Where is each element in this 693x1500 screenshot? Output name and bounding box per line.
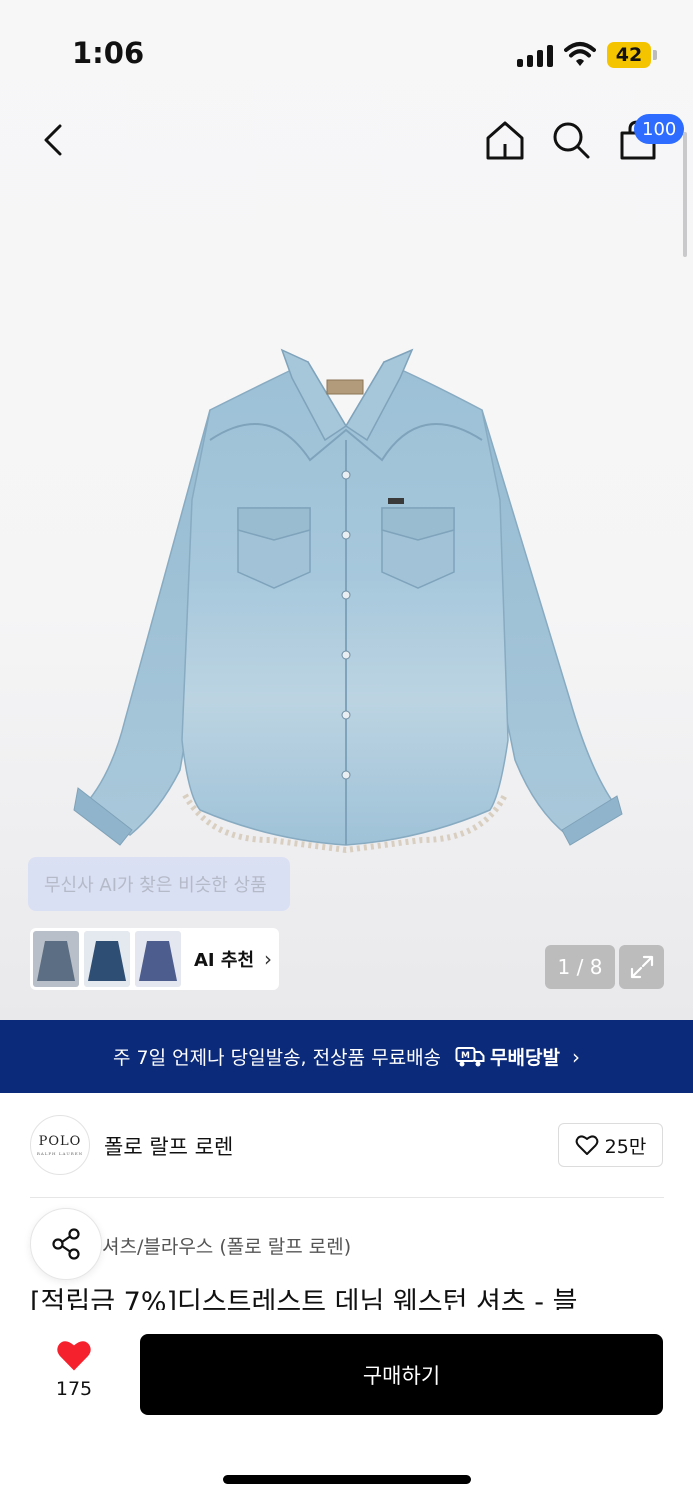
home-indicator: [223, 1475, 471, 1484]
share-icon: [52, 1228, 80, 1260]
delivery-banner-text: 주 7일 언제나 당일발송, 전상품 무료배송: [113, 1047, 442, 1069]
cellular-signal-icon: [517, 45, 553, 67]
delivery-service-name: 무배당발: [490, 1047, 560, 1069]
brand-name[interactable]: 폴로 랄프 로렌: [104, 1131, 233, 1161]
product-category[interactable]: 셔츠/블라우스 (폴로 랄프 로렌): [102, 1232, 351, 1259]
home-icon[interactable]: [484, 118, 526, 162]
free-delivery-logo: M 무배당발: [455, 1043, 560, 1070]
brand-row: POLO RALPH LAUREN 폴로 랄프 로렌 25만: [30, 1115, 664, 1175]
recommend-thumbnail[interactable]: [135, 931, 181, 987]
heart-filled-icon: [57, 1341, 91, 1371]
status-bar: 1:06 42: [0, 0, 693, 100]
expand-icon: [630, 955, 653, 979]
recommend-thumbnail[interactable]: [33, 931, 79, 987]
cart-count-badge: 100: [634, 114, 685, 144]
divider: [30, 1197, 664, 1198]
brand-like-button[interactable]: 25만: [558, 1123, 663, 1167]
product-like-button[interactable]: 175: [52, 1338, 96, 1418]
brand-logo-text: POLO: [38, 1134, 82, 1149]
bottom-action-bar: 175 구매하기: [0, 1310, 693, 1500]
brand-logo[interactable]: POLO RALPH LAUREN: [30, 1115, 90, 1175]
image-page-indicator: 1 / 8: [545, 945, 615, 989]
chevron-right-icon: ›: [264, 947, 273, 971]
brand-like-count: 25만: [604, 1135, 647, 1158]
expand-button[interactable]: [619, 945, 664, 989]
search-icon[interactable]: [550, 118, 592, 162]
wifi-icon: [564, 42, 596, 66]
recommend-thumbnail[interactable]: [84, 931, 130, 987]
delivery-truck-icon: M: [455, 1046, 485, 1066]
ai-recommend-label: AI 추천: [194, 950, 255, 971]
battery-icon: 42: [607, 42, 657, 68]
delivery-banner[interactable]: 주 7일 언제나 당일발송, 전상품 무료배송 M 무배당발 ›: [0, 1020, 693, 1093]
product-gallery[interactable]: 1:06 42 100 무신사 AI가 찾은 비슷한 상품 AI 추천 › 1 …: [0, 0, 693, 1020]
ai-recommend-button[interactable]: AI 추천 ›: [30, 928, 279, 990]
product-like-count: 175: [55, 1378, 93, 1400]
heart-outline-icon: [575, 1135, 599, 1155]
scrollbar[interactable]: [683, 132, 687, 257]
svg-text:M: M: [461, 1051, 470, 1061]
chevron-right-icon: ›: [571, 1044, 580, 1069]
battery-level: 42: [607, 42, 651, 68]
share-button[interactable]: [30, 1208, 102, 1280]
product-image[interactable]: [70, 340, 625, 860]
status-time: 1:06: [72, 36, 145, 70]
buy-button[interactable]: 구매하기: [140, 1334, 663, 1415]
brand-logo-subtext: RALPH LAUREN: [36, 1151, 84, 1156]
back-icon[interactable]: [36, 120, 72, 160]
ai-similar-tooltip: 무신사 AI가 찾은 비슷한 상품: [28, 857, 290, 911]
